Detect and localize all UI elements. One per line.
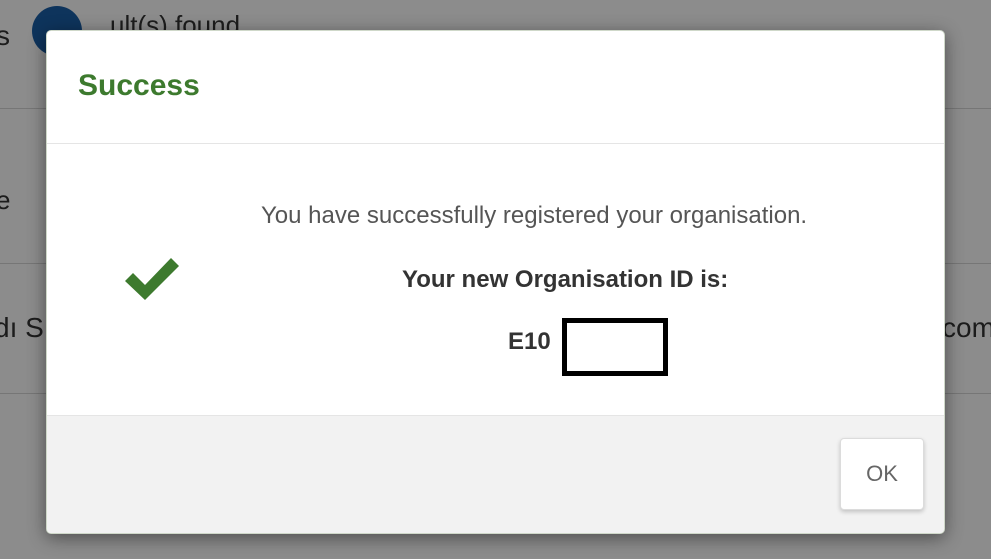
dialog-footer: OK	[47, 415, 944, 533]
success-message: You have successfully registered your or…	[261, 202, 808, 229]
ok-button[interactable]: OK	[840, 438, 924, 510]
redaction-box	[562, 318, 668, 376]
organisation-id-label: Your new Organisation ID is:	[402, 266, 729, 293]
check-icon	[125, 258, 179, 300]
dialog-header: Success	[47, 31, 944, 144]
dialog-body: You have successfully registered your or…	[47, 144, 944, 414]
success-dialog: Success You have successfully registered…	[46, 30, 945, 534]
organisation-id-value: E10	[508, 328, 551, 355]
dialog-title: Success	[78, 69, 200, 102]
